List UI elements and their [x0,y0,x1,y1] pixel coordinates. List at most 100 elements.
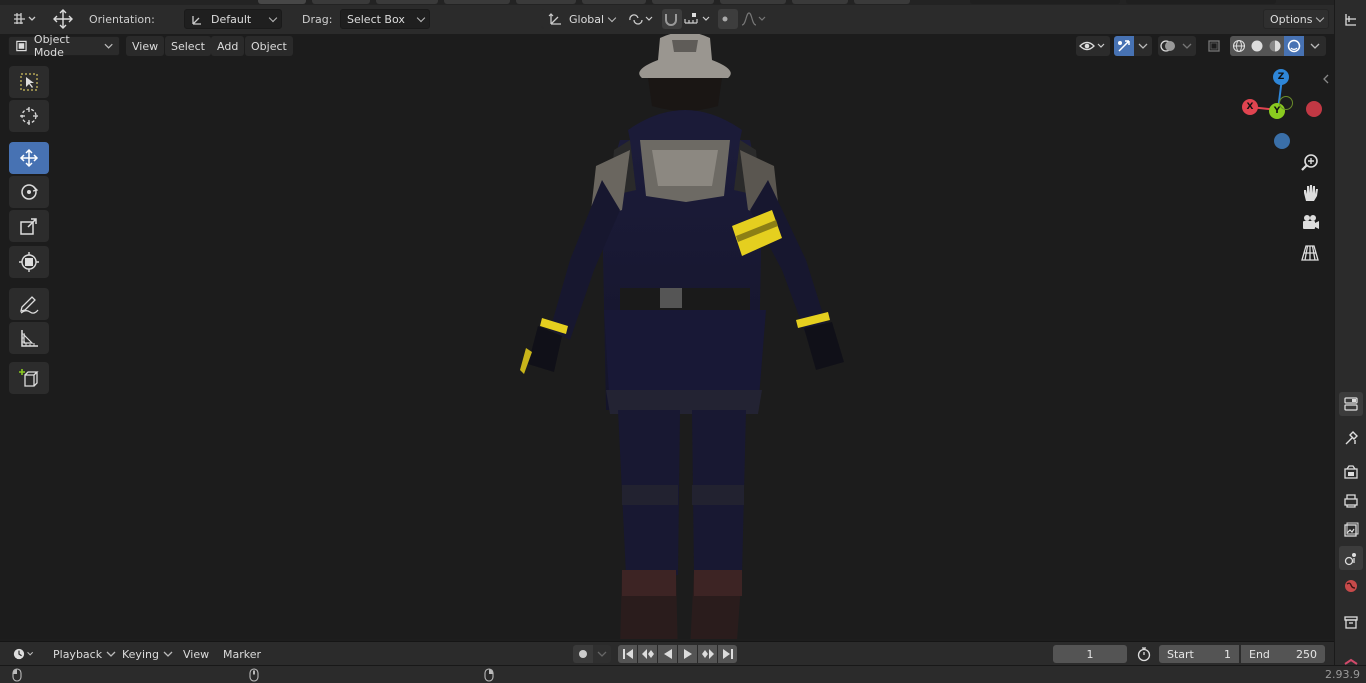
workspace-tab[interactable] [444,0,510,4]
jump-to-keyframe-prev-button[interactable] [638,645,657,663]
preview-range-toggle[interactable] [1133,645,1155,663]
scene-properties-icon[interactable] [1339,546,1363,570]
proportional-falloff-dropdown[interactable] [740,9,770,29]
cursor-tool[interactable] [9,100,49,132]
start-frame-field[interactable]: Start 1 [1159,645,1239,663]
start-value: 1 [1224,647,1231,661]
orientation-dropdown[interactable]: Default [184,9,282,29]
visibility-dropdown[interactable] [1076,36,1110,56]
eye-icon [1079,41,1105,51]
clock-editor-icon [13,648,34,660]
current-frame-field[interactable]: 1 [1053,645,1127,663]
collection-properties-icon[interactable] [1339,610,1363,634]
chevron-down-icon [416,13,426,23]
render-properties-icon[interactable] [1339,460,1363,484]
end-value: 250 [1296,647,1317,661]
3d-viewport[interactable]: Z X Y [0,34,1334,639]
gizmo-x-axis[interactable]: X [1242,99,1258,115]
workspace-tab[interactable] [516,0,576,4]
chevron-down-icon [1315,13,1325,23]
menu-object[interactable]: Object [245,36,293,56]
xray-icon [1208,40,1220,52]
scene-field[interactable] [970,0,1120,4]
menu-keying[interactable]: Keying [117,644,178,664]
move-tool[interactable] [9,142,49,174]
axis-icon [548,13,561,25]
play-reverse-button[interactable] [658,645,677,663]
output-properties-icon[interactable] [1339,489,1363,513]
overlays-dropdown[interactable] [1178,36,1196,56]
menu-add[interactable]: Add [211,36,245,56]
gizmo-negative-z[interactable] [1274,133,1290,149]
gizmo-negative-y[interactable] [1279,96,1293,110]
stopwatch-icon [1137,647,1151,662]
end-frame-field[interactable]: End 250 [1241,645,1325,663]
jump-to-end-button[interactable] [718,645,737,663]
overlays-toggle[interactable] [1158,36,1178,56]
navigation-gizmo[interactable]: Z X Y [1236,68,1326,158]
annotate-tool[interactable] [9,288,49,320]
tool-settings-icon[interactable] [1339,426,1363,450]
select-box-tool[interactable] [9,66,49,98]
gizmo-toggle[interactable] [1114,36,1134,56]
auto-keying-dropdown[interactable] [593,645,611,663]
add-cube-icon [19,369,39,387]
shading-solid[interactable] [1248,36,1266,56]
shading-material[interactable] [1266,36,1284,56]
gizmo-dropdown[interactable] [1134,36,1152,56]
menu-select[interactable]: Select [165,36,211,56]
camera-icon[interactable] [1297,210,1323,236]
workspace-tab[interactable] [312,0,370,4]
end-label: End [1249,647,1270,661]
shading-rendered[interactable] [1284,36,1304,56]
rotate-tool[interactable] [9,176,49,208]
perspective-grid-icon[interactable] [1297,240,1323,266]
hand-pan-icon[interactable] [1297,180,1323,206]
play-button[interactable] [678,645,697,663]
outliner-editor-icon[interactable] [1339,8,1363,32]
snap-toggle[interactable] [662,9,682,29]
add-cube-tool[interactable] [9,362,49,394]
workspace-tab[interactable] [376,0,438,4]
properties-editor-icon[interactable] [1339,392,1363,416]
snap-target-dropdown[interactable] [683,9,715,29]
next-keyframe-icon [701,649,714,659]
workspace-tab[interactable] [582,0,646,4]
timeline-editor-type[interactable] [8,644,42,664]
editor-type-menu[interactable] [8,9,40,29]
workspace-tab[interactable] [854,0,910,4]
gizmo-z-axis[interactable]: Z [1273,69,1289,85]
jump-to-start-button[interactable] [618,645,637,663]
sidebar-toggle-chevron-icon[interactable] [1320,72,1332,86]
transform-orientation-dropdown[interactable]: Global [541,9,621,29]
workspace-tab[interactable] [652,0,714,4]
zoom-icon[interactable] [1297,150,1323,176]
menu-playback[interactable]: Playback [48,644,121,664]
shading-dropdown[interactable] [1304,36,1326,56]
view-layer-properties-icon[interactable] [1339,518,1363,542]
auto-keying-toggle[interactable] [573,645,593,663]
chevron-down-icon [1138,43,1148,49]
mode-dropdown[interactable]: Object Mode [8,33,120,59]
viewport-header: Object Mode View Select Add Object [0,33,1334,59]
world-properties-icon[interactable] [1339,574,1363,598]
proportional-edit-toggle[interactable] [718,9,738,29]
transform-tool[interactable] [9,246,49,278]
drag-dropdown[interactable]: Select Box [340,9,430,29]
jump-to-keyframe-next-button[interactable] [698,645,717,663]
options-dropdown[interactable]: Options [1263,9,1329,29]
menu-marker[interactable]: Marker [218,644,266,664]
gizmo-negative-x[interactable] [1306,101,1322,117]
workspace-tab[interactable] [792,0,848,4]
menu-view[interactable]: View [126,36,165,56]
xray-toggle[interactable] [1204,36,1224,56]
measure-tool[interactable] [9,322,49,354]
menu-playback-label: Playback [53,647,103,661]
menu-view[interactable]: View [178,644,214,664]
pivot-point-dropdown[interactable] [626,9,658,29]
view-layer-field[interactable] [1126,0,1276,4]
workspace-tab[interactable] [720,0,786,4]
shading-wireframe[interactable] [1230,36,1248,56]
scale-tool[interactable] [9,210,49,242]
workspace-tab-active[interactable] [258,0,306,4]
